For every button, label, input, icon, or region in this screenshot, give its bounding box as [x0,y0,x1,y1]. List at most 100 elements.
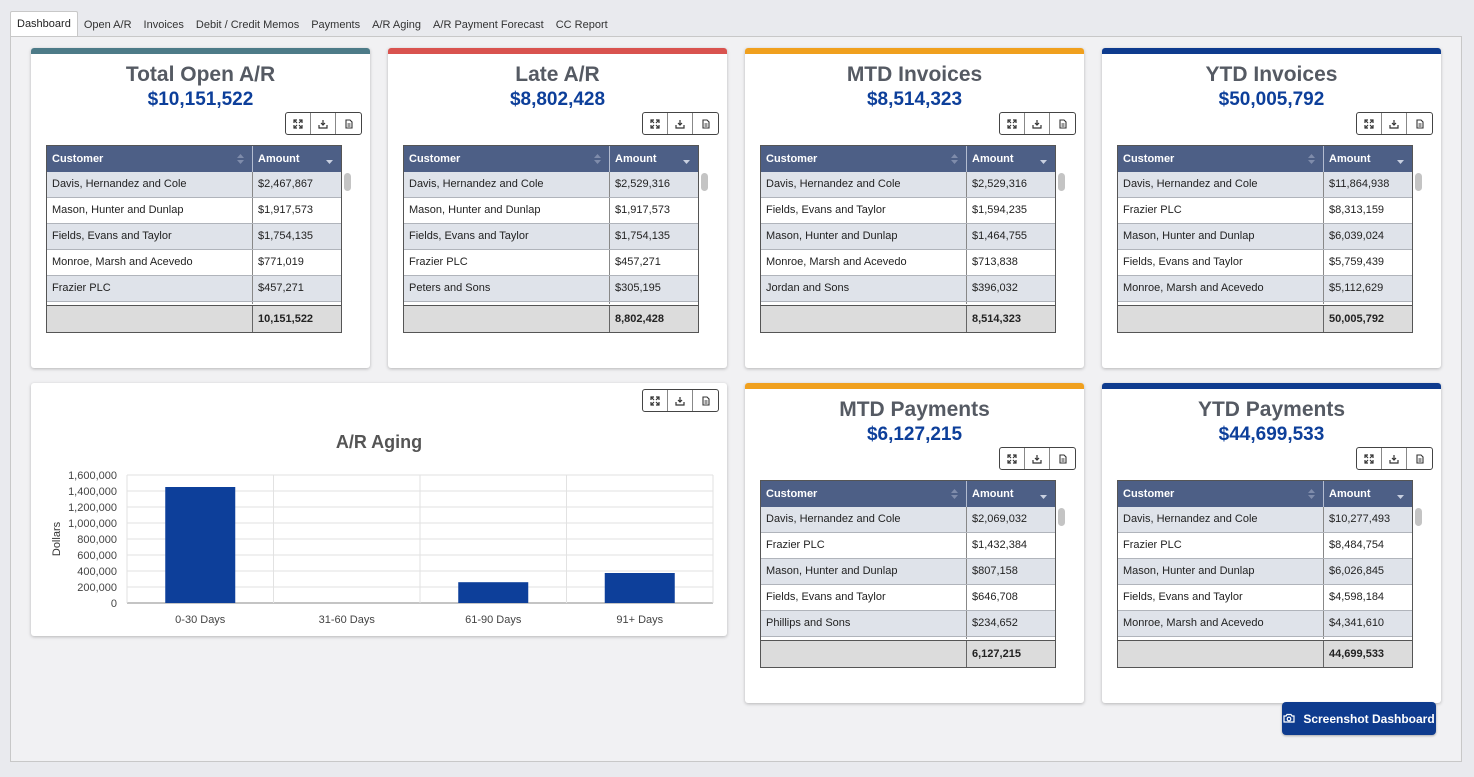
document-icon[interactable] [1050,113,1075,134]
table-total: 50,005,792 [1329,313,1385,325]
download-icon[interactable] [1382,448,1407,469]
table-scrollbar[interactable] [1415,173,1423,323]
table-row-partial [404,302,698,304]
download-icon[interactable] [1382,113,1407,134]
table-row[interactable]: Phillips and Sons $234,652 [761,611,1055,637]
expand-icon[interactable] [1357,448,1382,469]
table-row[interactable]: Frazier PLC $8,313,159 [1118,198,1412,224]
table-row[interactable]: Monroe, Marsh and Acevedo $771,019 [47,250,341,276]
scrollbar-thumb[interactable] [1415,508,1422,526]
scrollbar-thumb[interactable] [1058,508,1065,526]
table-row[interactable]: Mason, Hunter and Dunlap $1,917,573 [404,198,698,224]
table-scrollbar[interactable] [701,173,709,323]
document-icon[interactable] [1407,113,1432,134]
table-row[interactable]: Frazier PLC $1,432,384 [761,533,1055,559]
tab-dashboard[interactable]: Dashboard [10,11,78,36]
x-tick-label: 31-60 Days [319,614,376,626]
amount-column-header[interactable]: Amount [253,146,341,172]
document-icon[interactable] [693,113,718,134]
download-icon[interactable] [1025,113,1050,134]
table-scrollbar[interactable] [1058,173,1066,323]
table-row[interactable]: Davis, Hernandez and Cole $2,529,316 [761,172,1055,198]
amount-cell: $4,341,610 [1329,617,1385,629]
table-body: Davis, Hernandez and Cole $2,529,316 Mas… [404,172,698,304]
table-row[interactable]: Monroe, Marsh and Acevedo $4,341,610 [1118,611,1412,637]
tab-open-a-r[interactable]: Open A/R [78,14,138,36]
amount-column-header[interactable]: Amount [967,481,1055,507]
amount-column-header[interactable]: Amount [1324,481,1412,507]
table-row[interactable]: Fields, Evans and Taylor $1,754,135 [404,224,698,250]
expand-icon[interactable] [1000,113,1025,134]
amount-column-header[interactable]: Amount [610,146,698,172]
customer-cell: Fields, Evans and Taylor [404,224,610,249]
document-icon[interactable] [1050,448,1075,469]
table-row[interactable]: Davis, Hernandez and Cole $10,277,493 [1118,507,1412,533]
table-row[interactable]: Fields, Evans and Taylor $5,759,439 [1118,250,1412,276]
table-row[interactable]: Monroe, Marsh and Acevedo $5,112,629 [1118,276,1412,302]
download-icon[interactable] [668,113,693,134]
table-row[interactable]: Jordan and Sons $396,032 [761,276,1055,302]
customer-column-header[interactable]: Customer [404,146,610,172]
table-row[interactable]: Monroe, Marsh and Acevedo $713,838 [761,250,1055,276]
document-icon[interactable] [336,113,361,134]
table-row[interactable]: Mason, Hunter and Dunlap $807,158 [761,559,1055,585]
customer-column-header[interactable]: Customer [1118,146,1324,172]
customer-column-header[interactable]: Customer [1118,481,1324,507]
customer-column-header[interactable]: Customer [47,146,253,172]
table-row[interactable]: Mason, Hunter and Dunlap $6,026,845 [1118,559,1412,585]
tab-a-r-payment-forecast[interactable]: A/R Payment Forecast [427,14,550,36]
tab-debit-credit-memos[interactable]: Debit / Credit Memos [190,14,305,36]
table-footer: 50,005,792 [1118,305,1412,332]
tab-a-r-aging[interactable]: A/R Aging [366,14,427,36]
customer-column-header[interactable]: Customer [761,481,967,507]
expand-icon[interactable] [1357,113,1382,134]
table-row[interactable]: Davis, Hernandez and Cole $2,467,867 [47,172,341,198]
amount-column-header[interactable]: Amount [1324,146,1412,172]
amount-column-header[interactable]: Amount [967,146,1055,172]
table-scrollbar[interactable] [344,173,352,323]
download-icon[interactable] [1025,448,1050,469]
document-icon[interactable] [1407,448,1432,469]
y-tick-label: 1,600,000 [68,470,117,482]
screenshot-dashboard-button[interactable]: Screenshot Dashboard [1282,702,1436,735]
customer-cell: Mason, Hunter and Dunlap [761,224,967,249]
table-row[interactable]: Frazier PLC $457,271 [47,276,341,302]
expand-icon[interactable] [286,113,311,134]
table-row[interactable]: Davis, Hernandez and Cole $2,069,032 [761,507,1055,533]
amount-cell: $2,069,032 [972,513,1028,525]
table-row[interactable]: Mason, Hunter and Dunlap $1,917,573 [47,198,341,224]
table-row[interactable]: Fields, Evans and Taylor $1,754,135 [47,224,341,250]
expand-icon[interactable] [1000,448,1025,469]
table-row[interactable]: Fields, Evans and Taylor $646,708 [761,585,1055,611]
tab-invoices[interactable]: Invoices [138,14,190,36]
download-icon[interactable] [311,113,336,134]
table-row[interactable]: Fields, Evans and Taylor $1,594,235 [761,198,1055,224]
customer-table: Customer Amount Davis, Hernandez and Col… [46,145,351,333]
table-scrollbar[interactable] [1058,508,1066,658]
table-row[interactable]: Fields, Evans and Taylor $4,598,184 [1118,585,1412,611]
expand-icon[interactable] [643,113,668,134]
scrollbar-thumb[interactable] [1058,173,1065,191]
card-color-bar [388,48,727,54]
tab-cc-report[interactable]: CC Report [550,14,614,36]
table-scrollbar[interactable] [1415,508,1423,658]
table-footer: 6,127,215 [761,640,1055,667]
card-toolbar [999,447,1076,470]
table-row[interactable]: Davis, Hernandez and Cole $11,864,938 [1118,172,1412,198]
scrollbar-thumb[interactable] [701,173,708,191]
customer-column-header[interactable]: Customer [761,146,967,172]
table-row-partial [761,302,1055,304]
customer-cell: Frazier PLC [1118,198,1324,223]
table-footer: 44,699,533 [1118,640,1412,667]
scrollbar-thumb[interactable] [1415,173,1422,191]
table-row[interactable]: Peters and Sons $305,195 [404,276,698,302]
table-row[interactable]: Mason, Hunter and Dunlap $6,039,024 [1118,224,1412,250]
table-row[interactable]: Mason, Hunter and Dunlap $1,464,755 [761,224,1055,250]
amount-cell: $8,313,159 [1329,204,1385,216]
table-row[interactable]: Frazier PLC $457,271 [404,250,698,276]
tab-payments[interactable]: Payments [305,14,366,36]
table-row[interactable]: Frazier PLC $8,484,754 [1118,533,1412,559]
table-row[interactable]: Davis, Hernandez and Cole $2,529,316 [404,172,698,198]
scrollbar-thumb[interactable] [344,173,351,191]
amount-cell: $5,759,439 [1329,256,1385,268]
